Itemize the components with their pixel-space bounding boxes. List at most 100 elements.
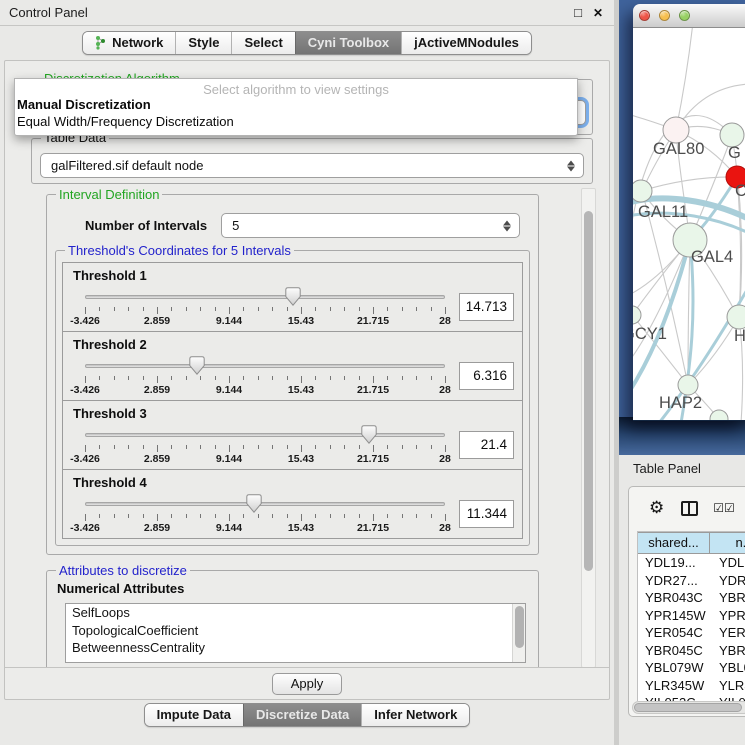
right-workspace: GAL80GCGAL11GAL4GCY1HHAP2 Table Panel ⚙ … [619, 0, 745, 745]
threshold-label: Threshold 4 [73, 475, 516, 490]
vertical-scrollbar-thumb[interactable] [584, 211, 593, 571]
threshold-slider[interactable]: -3.4262.8599.14415.4321.71528 [85, 491, 445, 535]
vertical-scrollbar[interactable] [581, 188, 596, 668]
cell-name[interactable]: YIL0 [710, 694, 745, 701]
cell-shared-name[interactable]: YDR27... [638, 572, 710, 590]
slider-handle[interactable] [285, 287, 301, 306]
cell-name[interactable]: YLR3 [710, 677, 745, 695]
network-node[interactable] [633, 180, 652, 202]
tab-label: Network [112, 35, 163, 50]
close-light-icon[interactable] [639, 10, 650, 21]
tick-mark [215, 307, 216, 311]
table-row[interactable]: YDR27...YDR2 [638, 572, 745, 590]
table-row[interactable]: YDL19...YDL1 [638, 554, 745, 572]
horizontal-scrollbar[interactable] [632, 701, 745, 714]
zoom-light-icon[interactable] [679, 10, 690, 21]
threshold-value-field[interactable]: 14.713 [459, 293, 514, 321]
tab-jactivemnodules[interactable]: jActiveMNodules [401, 32, 531, 54]
tab-style[interactable]: Style [175, 32, 231, 54]
tab-network[interactable]: Network [83, 32, 175, 54]
checkboxes-icon[interactable]: ☑☑ [713, 501, 735, 515]
threshold-value-field[interactable]: 6.316 [459, 362, 514, 390]
table-row[interactable]: YER054CYER0 [638, 624, 745, 642]
list-item-betweennesscentrality[interactable]: BetweennessCentrality [66, 639, 525, 657]
dropdown-item-manual-discretization[interactable]: Manual Discretization [15, 96, 577, 113]
cell-shared-name[interactable]: YBR043C [638, 589, 710, 607]
column-header-1[interactable]: shared... [638, 532, 710, 554]
list-scrollbar-thumb[interactable] [515, 606, 524, 648]
threshold-slider[interactable]: -3.4262.8599.14415.4321.71528 [85, 284, 445, 328]
cell-name[interactable]: YPR1 [710, 607, 745, 625]
horizontal-scrollbar-thumb[interactable] [634, 703, 742, 712]
slider-handle[interactable] [246, 494, 262, 513]
slider-track[interactable] [85, 295, 445, 299]
tick-mark [243, 514, 244, 518]
list-scrollbar[interactable] [512, 604, 525, 662]
cell-shared-name[interactable]: YPR145W [638, 607, 710, 625]
threshold-slider[interactable]: -3.4262.8599.14415.4321.71528 [85, 353, 445, 397]
cell-shared-name[interactable]: YDL19... [638, 554, 710, 572]
cell-name[interactable]: YBL0 [710, 659, 745, 677]
tick-mark [128, 307, 129, 311]
cell-name[interactable]: YBR0 [710, 642, 745, 660]
network-node[interactable] [678, 375, 698, 395]
apply-button[interactable]: Apply [272, 673, 343, 695]
minimize-light-icon[interactable] [659, 10, 670, 21]
tick-mark [186, 445, 187, 449]
cell-shared-name[interactable]: YLR345W [638, 677, 710, 695]
tab-impute-data[interactable]: Impute Data [145, 704, 243, 726]
threshold-value-field[interactable]: 21.4 [459, 431, 514, 459]
slider-track[interactable] [85, 433, 445, 437]
cell-shared-name[interactable]: YBL079W [638, 659, 710, 677]
network-node[interactable] [633, 306, 641, 324]
number-of-intervals-combobox[interactable]: 5 [221, 213, 520, 238]
slider-track[interactable] [85, 502, 445, 506]
slider-handle[interactable] [189, 356, 205, 375]
list-item-topologicalcoefficient[interactable]: TopologicalCoefficient [66, 622, 525, 640]
slider-handle[interactable] [361, 425, 377, 444]
cell-shared-name[interactable]: YER054C [638, 624, 710, 642]
tab-discretize-data[interactable]: Discretize Data [243, 704, 361, 726]
tick-mark [114, 307, 115, 311]
tab-infer-network[interactable]: Infer Network [361, 704, 469, 726]
cell-name[interactable]: YER0 [710, 624, 745, 642]
tick-mark [416, 307, 417, 311]
dropdown-item-equal-width[interactable]: Equal Width/Frequency Discretization [15, 113, 577, 130]
threshold-slider[interactable]: -3.4262.8599.14415.4321.71528 [85, 422, 445, 466]
table-data-combobox[interactable]: galFiltered.sif default node [40, 153, 584, 178]
network-window-titlebar[interactable] [633, 4, 745, 28]
list-item-selfloops[interactable]: SelfLoops [66, 604, 525, 622]
slider-track[interactable] [85, 364, 445, 368]
float-icon[interactable]: □ [570, 4, 586, 22]
cell-shared-name[interactable]: YBR045C [638, 642, 710, 660]
table-row[interactable]: YLR345WYLR3 [638, 677, 745, 695]
threshold-value-field[interactable]: 11.344 [459, 500, 514, 528]
axis-label: -3.426 [70, 522, 100, 534]
network-edge [676, 28, 693, 130]
network-canvas[interactable]: GAL80GCGAL11GAL4GCY1HHAP2 [633, 28, 745, 420]
table-row[interactable]: YBR043CYBR0 [638, 589, 745, 607]
tab-select[interactable]: Select [231, 32, 294, 54]
cell-name[interactable]: YDR2 [710, 572, 745, 590]
column-header-2[interactable]: n... [710, 532, 745, 554]
table-row[interactable]: YBL079WYBL0 [638, 659, 745, 677]
tick-mark [171, 376, 172, 380]
cell-name[interactable]: YBR0 [710, 589, 745, 607]
threshold-row: -3.4262.8599.14415.4321.71528 11.344 [73, 491, 516, 535]
tab-label: Style [188, 35, 219, 50]
tick-mark [359, 445, 360, 449]
network-node[interactable] [727, 305, 745, 329]
close-icon[interactable]: ✕ [590, 4, 606, 22]
table-row[interactable]: YIL052CYIL0 [638, 694, 745, 701]
column-layout-icon[interactable] [681, 501, 698, 516]
cell-shared-name[interactable]: YIL052C [638, 694, 710, 701]
tab-cyni-toolbox[interactable]: Cyni Toolbox [295, 32, 401, 54]
tick-mark [114, 514, 115, 518]
table-row[interactable]: YBR045CYBR0 [638, 642, 745, 660]
table-row[interactable]: YPR145WYPR1 [638, 607, 745, 625]
tick-mark [445, 376, 446, 383]
slider-axis-labels: -3.4262.8599.14415.4321.71528 [85, 315, 445, 327]
threshold-panel-1: Threshold 1-3.4262.8599.14415.4321.71528… [62, 262, 523, 332]
cell-name[interactable]: YDL1 [710, 554, 745, 572]
gear-icon[interactable]: ⚙ [649, 498, 664, 518]
